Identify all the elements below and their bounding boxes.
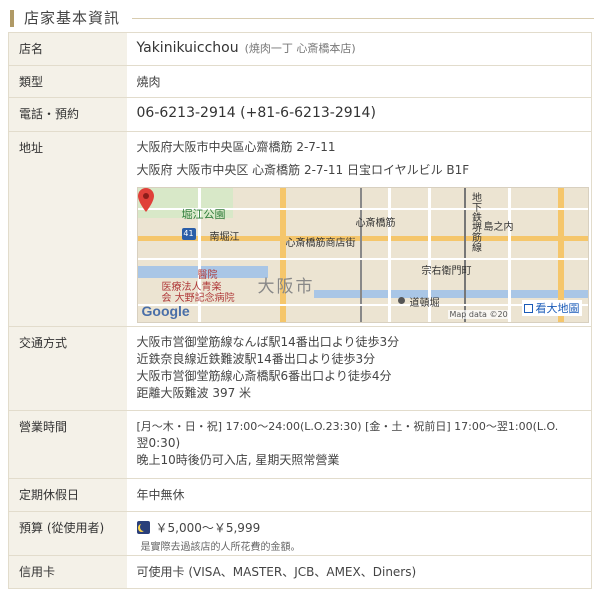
row-hours: 營業時間 [月～木・日・祝] 17:00～24:00(L.O.23:30) [金… xyxy=(8,410,592,479)
map-label-park: 堀江公園 xyxy=(181,208,226,221)
row-type: 類型 燒肉 xyxy=(8,65,592,98)
row-card: 信用卡 可使用卡 (VISA、MASTER、JCB、AMEX、Diners) xyxy=(8,555,592,589)
map-label-osaka: 大阪市 xyxy=(257,277,315,297)
budget-dinner: ￥5,000～￥5,999 xyxy=(136,519,592,536)
row-access-label: 交通方式 xyxy=(8,326,127,411)
row-hours-label: 營業時間 xyxy=(8,410,127,479)
station-icon xyxy=(397,297,405,304)
budget-note: 是實際去過該店的人所花費的金額。 xyxy=(140,542,301,553)
row-address: 地址 大阪府大阪市中央區心齋橋筋 2-7-11 大阪府 大阪市中央区 心斎橋筋 … xyxy=(8,131,592,327)
shop-info-table: 店名 Yakinikuicchou (焼肉一丁 心斎橋本店) 類型 燒肉 電話・預… xyxy=(8,32,592,589)
row-name-value: Yakinikuicchou (焼肉一丁 心斎橋本店) xyxy=(126,32,592,66)
section-header: 店家基本資訊 xyxy=(4,4,600,32)
access-line-4: 距離大阪難波 397 米 xyxy=(136,386,252,400)
moon-icon xyxy=(136,521,150,534)
row-type-label: 類型 xyxy=(8,65,127,98)
row-access-value: 大阪市営御堂筋線なんば駅14番出口より徒歩3分 近鉄奈良線近鉄難波駅14番出口よ… xyxy=(126,326,592,411)
access-line-1: 大阪市営御堂筋線なんば駅14番出口より徒歩3分 xyxy=(136,335,400,349)
budget-amount: ￥5,000～￥5,999 xyxy=(155,521,261,535)
expand-icon xyxy=(523,303,533,313)
map-label-shimanouchi: 島之内 xyxy=(483,222,514,233)
hours-line-3: 晚上10時後仍可入店, 星期天照常營業 xyxy=(136,453,340,467)
location-map[interactable]: 堀江公園 南堀江 41 心斎橋筋 心斎橋筋商店街 地下鉄堺筋線 島之内 宗右衛門… xyxy=(136,187,589,323)
address-line-2: 大阪府 大阪市中央区 心斎橋筋 2-7-11 日宝ロイヤルビル B1F xyxy=(136,163,470,177)
access-line-3: 大阪市営御堂筋線心斎橋駅6番出口より徒歩4分 xyxy=(136,369,392,383)
address-line-1: 大阪府大阪市中央區心齋橋筋 2-7-11 xyxy=(136,140,336,154)
shop-name: Yakinikuicchou xyxy=(136,40,239,56)
enlarge-map-label: 看大地圖 xyxy=(535,302,580,315)
row-name: 店名 Yakinikuicchou (焼肉一丁 心斎橋本店) xyxy=(8,32,592,66)
enlarge-map-link[interactable]: 看大地圖 xyxy=(521,300,582,316)
row-hours-value: [月～木・日・祝] 17:00～24:00(L.O.23:30) [金・土・祝前… xyxy=(126,410,592,479)
map-credit: Map data ©20 xyxy=(447,310,510,319)
row-budget-value: ￥5,000～￥5,999 是實際去過該店的人所花費的金額。 xyxy=(126,511,592,556)
row-access: 交通方式 大阪市営御堂筋線なんば駅14番出口より徒歩3分 近鉄奈良線近鉄難波駅1… xyxy=(8,326,592,411)
map-label-shinsaibashi-suji: 心斎橋筋 xyxy=(355,218,396,229)
row-tel-value: 06-6213-2914 (+81-6-6213-2914) xyxy=(126,97,592,132)
row-budget-label: 預算 (從使用者) xyxy=(8,511,127,556)
map-label-minami-horie: 南堀江 xyxy=(209,232,240,243)
map-label-dotonbori: 道頓堀 xyxy=(409,298,440,309)
hours-line-2: 翌0:30) xyxy=(136,436,181,450)
row-closed: 定期休假日 年中無休 xyxy=(8,478,592,512)
row-closed-label: 定期休假日 xyxy=(8,478,127,512)
access-line-2: 近鉄奈良線近鉄難波駅14番出口より徒歩3分 xyxy=(136,352,376,366)
route-badge: 41 xyxy=(181,228,196,240)
row-type-value: 燒肉 xyxy=(126,65,592,98)
map-label-soemon: 宗右衛門町 xyxy=(421,266,472,277)
row-card-value: 可使用卡 (VISA、MASTER、JCB、AMEX、Diners) xyxy=(126,555,592,589)
tel-number[interactable]: 06-6213-2914 (+81-6-6213-2914) xyxy=(137,105,376,121)
map-label-hospital-name-1: 医療法人青楽 xyxy=(161,282,222,293)
map-label-subway-line: 地下鉄堺筋線 xyxy=(469,192,481,252)
row-address-label: 地址 xyxy=(8,131,127,327)
section-title: 店家基本資訊 xyxy=(24,9,121,27)
row-tel-label: 電話・預約 xyxy=(8,97,127,132)
row-closed-value: 年中無休 xyxy=(126,478,592,512)
row-card-label: 信用卡 xyxy=(8,555,127,589)
map-label-hospital: 醫院 xyxy=(197,270,218,281)
row-name-label: 店名 xyxy=(8,32,127,66)
shop-name-japanese: (焼肉一丁 心斎橋本店) xyxy=(244,42,356,55)
map-pin-icon[interactable] xyxy=(137,188,154,212)
google-logo: Google xyxy=(141,303,190,319)
section-divider xyxy=(132,18,594,19)
row-tel: 電話・預約 06-6213-2914 (+81-6-6213-2914) xyxy=(8,97,592,132)
row-budget: 預算 (從使用者) ￥5,000～￥5,999 是實際去過該店的人所花費的金額。 xyxy=(8,511,592,556)
row-address-value: 大阪府大阪市中央區心齋橋筋 2-7-11 大阪府 大阪市中央区 心斎橋筋 2-7… xyxy=(126,131,592,327)
map-label-shopping-street: 心斎橋筋商店街 xyxy=(285,238,356,249)
section-header-bar xyxy=(10,10,14,27)
hours-line-1: [月～木・日・祝] 17:00～24:00(L.O.23:30) [金・土・祝前… xyxy=(136,420,559,433)
